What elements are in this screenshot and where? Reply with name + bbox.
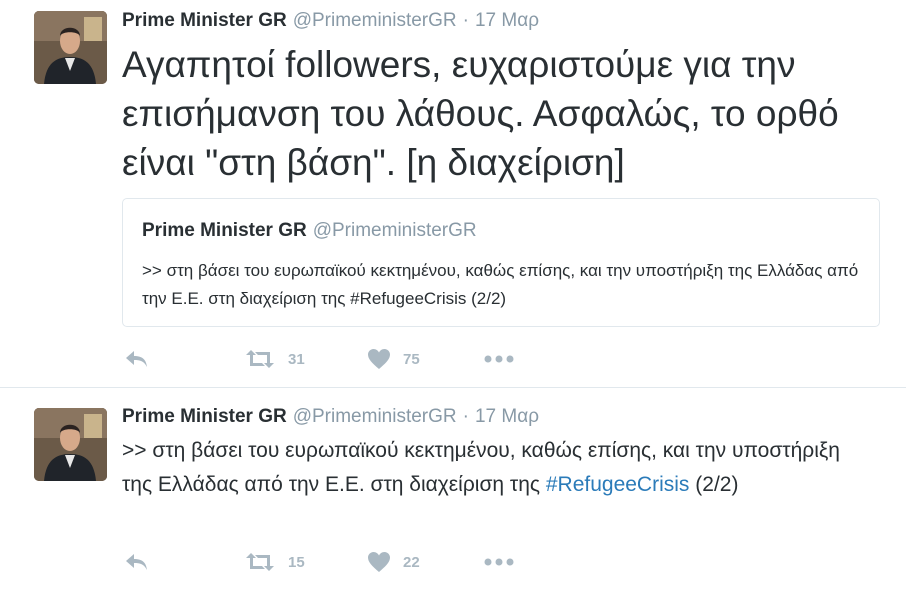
tweet-date[interactable]: 17 Μαρ (475, 406, 539, 427)
quoted-tweet-text: >> στη βάσει του ευρωπαϊκού κεκτημένου, … (142, 261, 859, 308)
quoted-tweet-header: Prime Minister GR @PrimeministerGR (142, 220, 477, 242)
quoted-tweet[interactable]: Prime Minister GR @PrimeministerGR >> στη… (122, 198, 880, 327)
avatar[interactable] (34, 408, 107, 481)
retweet-button[interactable]: 31 (244, 347, 305, 371)
reply-button[interactable] (124, 550, 150, 574)
retweet-count: 31 (288, 350, 305, 368)
avatar[interactable] (34, 11, 107, 84)
tweet-actions: 15 22 (124, 550, 544, 574)
like-count: 75 (403, 350, 420, 368)
author-name[interactable]: Prime Minister GR (122, 406, 287, 427)
quoted-author-handle: @PrimeministerGR (312, 220, 477, 241)
like-button[interactable]: 75 (367, 347, 420, 371)
retweet-icon (246, 350, 274, 368)
author-handle[interactable]: @PrimeministerGR (293, 10, 457, 31)
tweet-text: >> στη βάσει του ευρωπαϊκού κεκτημένου, … (122, 434, 842, 502)
retweet-count: 15 (288, 553, 305, 571)
tweet-header: Prime Minister GR @PrimeministerGR · 17 Μαρ (122, 406, 539, 428)
hashtag-link[interactable]: #RefugeeCrisis (546, 473, 690, 496)
tweet-text-part: (2/2) (689, 473, 739, 496)
retweet-icon (246, 553, 274, 571)
heart-icon (368, 349, 390, 369)
reply-icon (126, 351, 147, 367)
separator-dot: · (462, 406, 469, 427)
author-name[interactable]: Prime Minister GR (122, 10, 287, 31)
tweet-actions: 31 75 (124, 347, 544, 371)
tweet[interactable]: Prime Minister GR @PrimeministerGR · 17 Μαρ… (0, 388, 906, 589)
more-icon (484, 355, 514, 363)
more-button[interactable] (484, 550, 514, 574)
more-button[interactable] (484, 347, 514, 371)
heart-icon (368, 552, 390, 572)
author-handle[interactable]: @PrimeministerGR (293, 406, 457, 427)
quoted-author-name: Prime Minister GR (142, 220, 307, 241)
retweet-button[interactable]: 15 (244, 550, 305, 574)
tweet-text: Αγαπητοί followers, ευχαριστούμε για την… (122, 44, 839, 183)
separator-dot: · (462, 10, 469, 31)
reply-button[interactable] (124, 347, 150, 371)
tweet-date[interactable]: 17 Μαρ (475, 10, 539, 31)
like-count: 22 (403, 553, 420, 571)
tweet[interactable]: Prime Minister GR @PrimeministerGR · 17 Μαρ… (0, 0, 906, 388)
like-button[interactable]: 22 (367, 550, 420, 574)
more-icon (484, 558, 514, 566)
reply-icon (126, 554, 147, 570)
tweet-header: Prime Minister GR @PrimeministerGR · 17 Μαρ (122, 10, 539, 32)
